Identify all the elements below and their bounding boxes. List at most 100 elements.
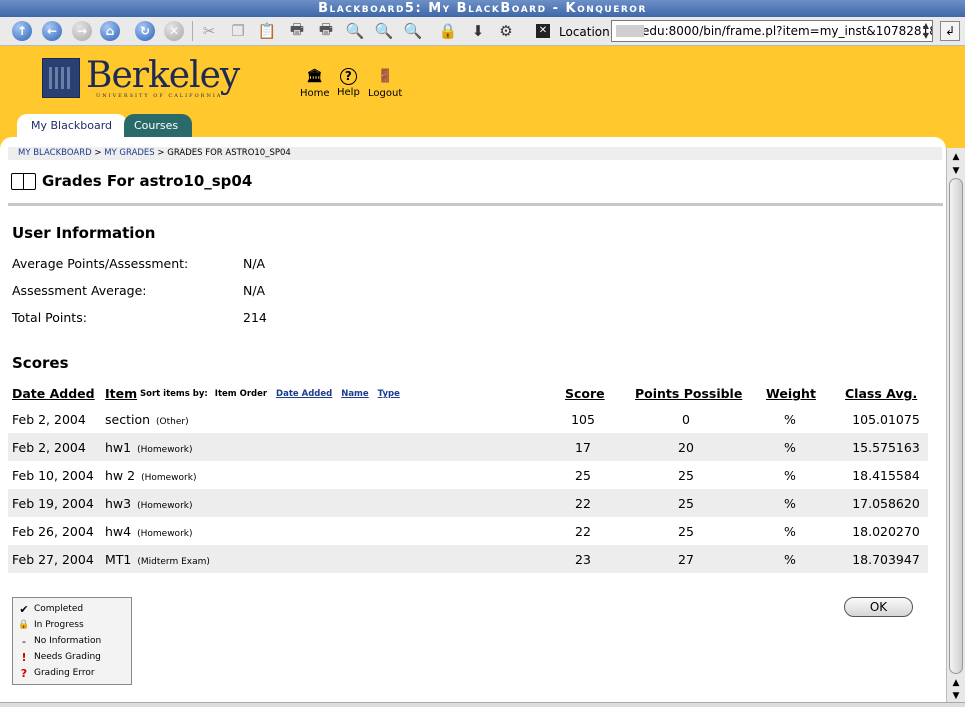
info-label: Average Points/Assessment: [12,256,189,271]
back-arrow-icon[interactable]: ← [40,20,64,42]
info-label: Assessment Average: [12,283,147,298]
cell-score: 22 [575,496,591,511]
window-title: Blackboard5: My BlackBoard - Konqueror [0,0,965,17]
print-frame-icon[interactable]: 🖶 [314,20,338,42]
sort-type-link[interactable]: Type [378,389,400,399]
print-icon[interactable]: 🖶 [285,20,309,42]
cell-possible: 0 [682,412,690,427]
tab-courses[interactable]: Courses [124,114,192,138]
legend-label: In Progress [34,620,84,630]
cell-possible: 27 [678,552,694,567]
logout-icon: 🚪 [377,69,394,84]
col-item[interactable]: Item [105,386,137,401]
item-name: MT1 [105,552,132,567]
info-value: N/A [243,256,266,271]
location-input[interactable]: edu:8000/bin/frame.pl?item=my_inst&10782… [611,20,933,42]
nav-home-label: Home [300,88,330,99]
cell-date: Feb 2, 2004 [12,412,86,427]
cell-item: hw1 (Homework) [105,440,193,455]
col-class-avg[interactable]: Class Avg. [845,386,917,401]
up-arrow-icon[interactable]: ↑ [10,20,34,42]
item-type: (Homework) [137,445,193,455]
scroll-up-icon[interactable]: ▲ [949,150,963,164]
dash-icon: - [22,634,26,648]
tab-my-blackboard[interactable]: My Blackboard [17,114,127,138]
col-points-possible[interactable]: Points Possible [635,386,742,401]
cell-date: Feb 2, 2004 [12,440,86,455]
paste-icon[interactable]: 📋 [255,20,279,42]
nav-logout[interactable]: 🚪 Logout [368,68,402,99]
nav-home[interactable]: 🏛 Home [300,68,330,99]
clear-location-icon[interactable]: ✕ [536,24,550,38]
breadcrumb-my-blackboard[interactable]: MY BLACKBOARD [18,148,92,158]
sort-label: Sort items by: [140,389,208,399]
cell-score: 25 [575,468,591,483]
zoom-icon[interactable]: 🔍 [343,20,367,42]
scroll-down-icon[interactable]: ▼ [949,689,963,703]
lock-icon: 🔒 [18,620,30,630]
col-date-added[interactable]: Date Added [12,386,95,401]
breadcrumb-my-grades[interactable]: MY GRADES [104,148,155,158]
legend-item: ! Needs Grading [17,649,131,665]
cell-item: hw3 (Homework) [105,496,193,511]
zoom-in-icon[interactable]: 🔍 [372,20,396,42]
zoom-out-icon[interactable]: 🔍 [401,20,425,42]
question-icon: ? [20,666,28,680]
reload-icon[interactable]: ↻ [133,20,157,42]
item-type: (Homework) [137,501,193,511]
location-label: Location: [559,25,614,39]
item-name: hw3 [105,496,132,511]
breadcrumb: MY BLACKBOARD > MY GRADES > GRADES FOR A… [8,147,942,160]
cell-item: hw4 (Homework) [105,524,193,539]
sort-name-link[interactable]: Name [341,389,368,399]
copy-icon[interactable]: ❐ [226,20,250,42]
status-legend: ✔ Completed 🔒 In Progress - No Information … [12,597,132,685]
home-icon[interactable]: ⌂ [98,20,122,42]
cell-score: 22 [575,524,591,539]
cell-weight: % [784,440,796,455]
cell-item: section (Other) [105,412,189,427]
logo-name: Berkeley [86,55,240,96]
item-type: (Homework) [141,473,197,483]
book-icon [10,171,36,191]
go-button[interactable]: ↲ [940,21,960,41]
status-bar [0,702,965,707]
cell-weight: % [784,552,796,567]
stop-icon[interactable]: ✕ [162,20,186,42]
lock-icon[interactable]: 🔒 [436,20,460,42]
nav-help[interactable]: ? Help [337,68,360,98]
cell-date: Feb 26, 2004 [12,524,94,539]
main-content: MY BLACKBOARD > MY GRADES > GRADES FOR A… [0,137,946,707]
info-row: Total Points: 214 [12,310,267,325]
breadcrumb-separator: > [157,148,165,158]
nav-help-label: Help [337,87,360,98]
item-type: (Other) [156,417,189,427]
legend-item: ? Grading Error [17,665,131,681]
table-row: Feb 2, 2004 hw1 (Homework) 17 20 % 15.575… [8,433,928,461]
berkeley-logo[interactable]: Berkeley UNIVERSITY OF CALIFORNIA [42,55,240,99]
download-icon[interactable]: ⬇ [466,20,490,42]
vertical-scrollbar[interactable]: ▲ ▼ ▲ ▼ [946,148,965,704]
toolbar-divider [192,21,193,41]
bank-icon: 🏛 [306,69,324,84]
cell-avg: 18.020270 [852,524,920,539]
item-name: section [105,412,151,427]
gear-icon[interactable]: ⚙ [494,20,518,42]
col-weight[interactable]: Weight [766,386,816,401]
cell-possible: 20 [678,440,694,455]
item-name: hw1 [105,440,132,455]
sort-date-link[interactable]: Date Added [276,389,332,399]
scrollbar-thumb[interactable] [949,178,963,674]
forward-arrow-icon[interactable]: → [70,20,94,42]
ok-button[interactable]: OK [844,597,913,617]
cut-icon[interactable]: ✂ [197,20,221,42]
item-type: (Homework) [137,529,193,539]
col-score[interactable]: Score [565,386,605,401]
legend-label: Needs Grading [34,652,101,662]
cell-date: Feb 10, 2004 [12,468,94,483]
scroll-down-icon[interactable]: ▼ [949,164,963,178]
exclamation-icon: ! [21,650,27,664]
chevron-updown-icon[interactable]: ▲ ▼ [920,21,932,41]
scroll-up-icon[interactable]: ▲ [949,676,963,690]
item-name: hw4 [105,524,132,539]
